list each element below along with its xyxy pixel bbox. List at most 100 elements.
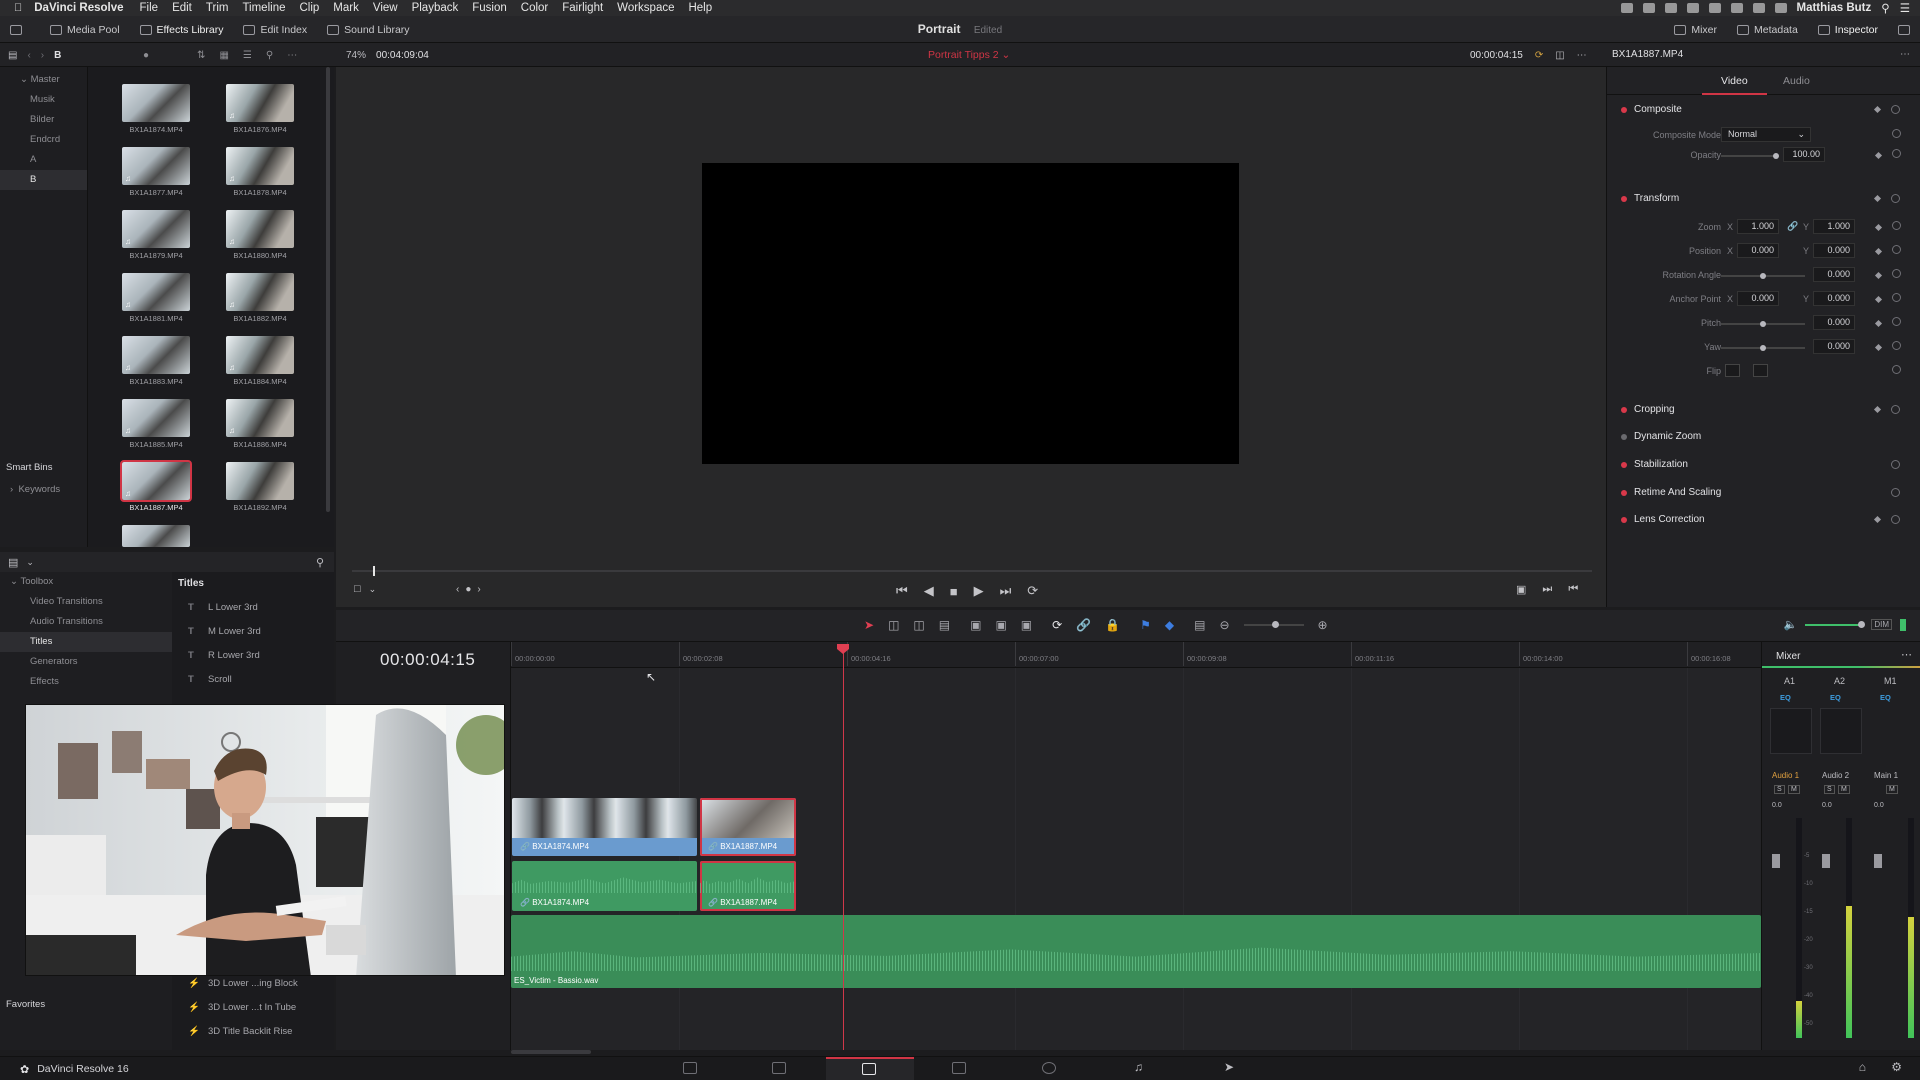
fusion-title-item[interactable]: ⚡ 3D Title Backlit Rise	[172, 1020, 334, 1044]
slider-knob[interactable]	[1858, 620, 1866, 628]
keyframe-diamond-icon[interactable]	[1873, 194, 1882, 203]
menu-clip[interactable]: Clip	[299, 2, 319, 14]
slider-knob[interactable]	[1773, 153, 1779, 159]
keyframe-diamond-icon[interactable]	[1873, 405, 1882, 414]
chevron-down-icon[interactable]: ⌄	[26, 557, 34, 568]
flag-icon[interactable]: ⚑	[1140, 618, 1151, 632]
slider-knob[interactable]	[1271, 621, 1279, 628]
menu-color[interactable]: Color	[521, 2, 548, 14]
viewer-mode-icon[interactable]: ◫	[1555, 50, 1564, 61]
reset-icon[interactable]	[1892, 269, 1901, 278]
blade-tool-icon[interactable]: ▤	[939, 618, 950, 632]
panel-toggle-button[interactable]	[0, 16, 40, 43]
volume-icon[interactable]: 🔈	[1784, 618, 1798, 631]
clip-thumbnail[interactable]: ♫ BX1A1879.MP4	[122, 210, 190, 260]
clip-thumbnail[interactable]	[122, 525, 190, 547]
menu-mark[interactable]: Mark	[333, 2, 359, 14]
link-icon[interactable]: 🔗	[1076, 618, 1091, 632]
go-to-end-icon[interactable]: ⏭	[1000, 583, 1012, 599]
reset-icon[interactable]	[1892, 365, 1901, 374]
solo-a1-button[interactable]: S	[1774, 785, 1785, 794]
effects-library-button[interactable]: Effects Library	[130, 16, 234, 43]
menu-file[interactable]: File	[140, 2, 159, 14]
apple-icon[interactable]: 	[14, 2, 22, 14]
timeline-name-dropdown[interactable]: Portrait Tipps 2 ⌄	[928, 43, 1010, 67]
clip-thumbnail[interactable]: ♫ BX1A1878.MP4	[226, 147, 294, 197]
chevron-down-icon[interactable]: ⌄	[369, 584, 377, 595]
cloud-icon[interactable]	[1686, 3, 1699, 13]
media-pool-button[interactable]: Media Pool	[40, 16, 130, 43]
list-view-icon[interactable]: ☰	[243, 50, 252, 61]
fusion-page-icon[interactable]	[952, 1062, 966, 1074]
menu-workspace[interactable]: Workspace	[617, 2, 674, 14]
clip-thumbnail[interactable]: ♫ BX1A1882.MP4	[226, 273, 294, 323]
forward-icon[interactable]: ›	[41, 50, 44, 61]
prev-edit-icon[interactable]: ⏮	[1568, 583, 1578, 596]
insert-clip-icon[interactable]: ▣	[970, 618, 981, 632]
wifi-icon[interactable]	[1752, 3, 1765, 13]
reset-icon[interactable]	[1891, 194, 1900, 203]
timeline-music-clip[interactable]: ES_Victim - Bassio.wav	[511, 915, 1761, 988]
section-transform[interactable]: Transform	[1621, 193, 1679, 204]
cut-page-icon[interactable]	[772, 1062, 786, 1074]
keyframe-diamond-icon[interactable]	[1874, 319, 1883, 328]
crop-icon[interactable]: □	[354, 583, 361, 595]
dim-button[interactable]: DIM	[1871, 619, 1892, 630]
edit-page-tab-active[interactable]	[826, 1057, 914, 1080]
section-cropping[interactable]: Cropping	[1621, 404, 1675, 415]
bin-item-bilder[interactable]: Bilder	[0, 110, 87, 130]
dropbox-icon[interactable]	[1642, 3, 1655, 13]
bin-list-toggle-icon[interactable]: ▤	[8, 50, 17, 61]
expand-button[interactable]	[1888, 16, 1920, 43]
sound-library-button[interactable]: Sound Library	[317, 16, 419, 43]
rotation-field[interactable]: 0.000	[1813, 267, 1855, 282]
timeline-tracks[interactable]	[511, 642, 1761, 1050]
panel-icon[interactable]: ▤	[8, 556, 18, 569]
menu-timeline[interactable]: Timeline	[242, 2, 285, 14]
position-x-field[interactable]: 0.000	[1737, 243, 1779, 258]
reset-icon[interactable]	[1892, 129, 1901, 138]
loop-icon[interactable]: ⟳	[1027, 583, 1038, 599]
clip-thumbnail[interactable]: ♫ BX1A1884.MP4	[226, 336, 294, 386]
enable-dot[interactable]	[1621, 461, 1627, 468]
category-generators[interactable]: Generators	[0, 652, 172, 672]
section-dynamic-zoom[interactable]: Dynamic Zoom	[1621, 431, 1701, 442]
menu-playback[interactable]: Playback	[412, 2, 459, 14]
replace-clip-icon[interactable]: ▣	[1021, 618, 1032, 632]
clip-thumbnail[interactable]: ♫ BX1A1883.MP4	[122, 336, 190, 386]
timeline-view-icon[interactable]: ▤	[1194, 618, 1205, 632]
reset-icon[interactable]	[1891, 105, 1900, 114]
deliver-page-icon[interactable]: ➤	[1224, 1060, 1234, 1074]
reset-icon[interactable]	[1892, 317, 1901, 326]
pan-control-a1[interactable]	[1770, 708, 1812, 754]
fader-m1[interactable]	[1874, 854, 1882, 868]
reset-icon[interactable]	[1891, 405, 1900, 414]
bin-master[interactable]: ⌄ Master	[0, 70, 87, 90]
clip-thumbnail[interactable]: BX1A1892.MP4	[226, 462, 294, 512]
edit-index-button[interactable]: Edit Index	[233, 16, 317, 43]
eq-a2-button[interactable]: EQ	[1830, 693, 1841, 702]
fusion-title-item[interactable]: ⚡ 3D Lower ...t In Tube	[172, 996, 334, 1020]
keyframe-diamond-icon[interactable]	[1874, 247, 1883, 256]
chevron-right-icon[interactable]: ›	[477, 584, 480, 595]
bin-item-musik[interactable]: Musik	[0, 90, 87, 110]
flip-horizontal-icon[interactable]	[1725, 364, 1740, 377]
anchor-x-field[interactable]: 0.000	[1737, 291, 1779, 306]
title-item[interactable]: T Scroll	[172, 668, 334, 692]
status-icon[interactable]	[1620, 3, 1633, 13]
timeline-audio-clip-selected[interactable]: 🔗 BX1A1887.MP4	[700, 861, 796, 911]
section-stabilization[interactable]: Stabilization	[1621, 459, 1688, 470]
more-options-icon[interactable]: ⋯	[1577, 50, 1587, 61]
menu-list-icon[interactable]: ☰	[1900, 1, 1910, 15]
clip-thumbnail[interactable]: ♫ BX1A1886.MP4	[226, 399, 294, 449]
marker-icon[interactable]: ◆	[1165, 618, 1174, 632]
link-icon[interactable]: 🔗	[1787, 221, 1798, 232]
status-icon[interactable]	[1664, 3, 1677, 13]
reset-icon[interactable]	[1892, 293, 1901, 302]
play-reverse-icon[interactable]: ◀	[924, 583, 934, 599]
bin-item-b[interactable]: B	[0, 170, 87, 190]
clip-thumbnail[interactable]: ♫ BX1A1876.MP4	[226, 84, 294, 134]
smart-bin-keywords[interactable]: › Keywords	[10, 484, 60, 495]
enable-dot[interactable]	[1621, 106, 1627, 113]
color-page-icon[interactable]	[1042, 1062, 1056, 1074]
